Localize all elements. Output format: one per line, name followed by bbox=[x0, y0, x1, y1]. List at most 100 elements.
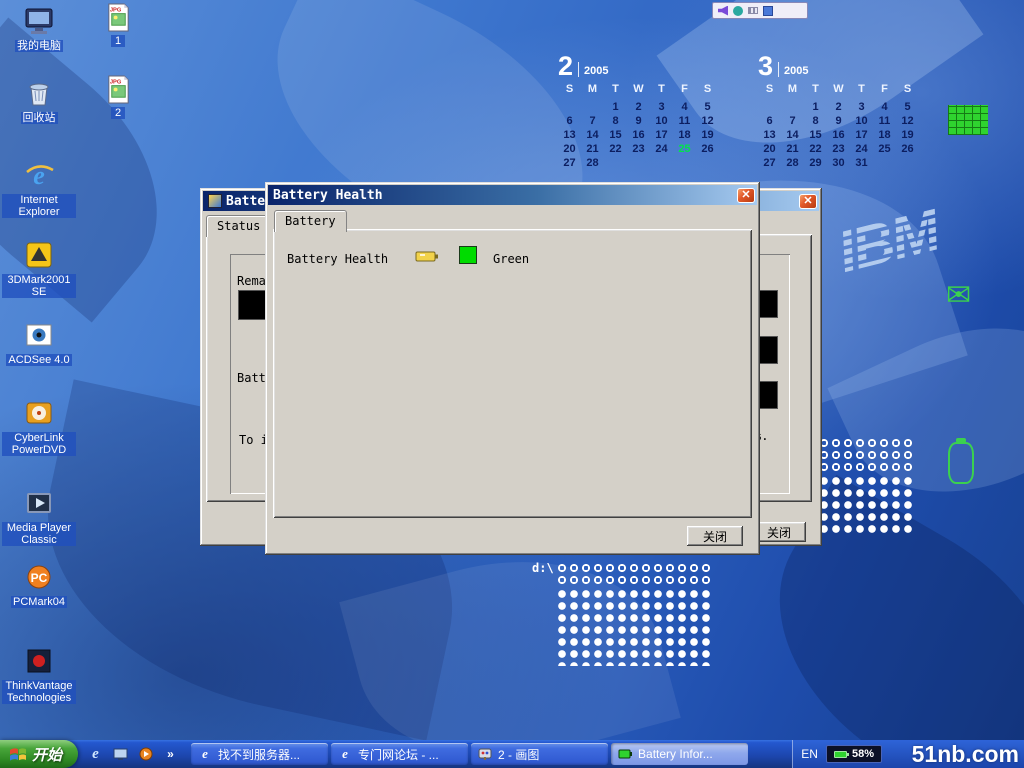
calendar-cell: 14 bbox=[781, 129, 804, 143]
calendar-cell: 10 bbox=[650, 115, 673, 129]
paint-icon bbox=[477, 746, 493, 762]
task-button-ie-server-not-found[interactable]: e 找不到服务器... bbox=[191, 743, 328, 765]
calendar-separator bbox=[578, 62, 579, 77]
close-button[interactable]: 关闭 bbox=[752, 522, 806, 542]
calendar-cell: 9 bbox=[627, 115, 650, 129]
desktop-icon-my-computer[interactable]: 我的电脑 bbox=[0, 4, 78, 52]
quick-launch-media-icon[interactable] bbox=[137, 746, 154, 763]
calendar-cell: 24 bbox=[850, 143, 873, 157]
calendar-cell: 19 bbox=[896, 129, 919, 143]
desktop-icon-acdsee[interactable]: ACDSee 4.0 bbox=[0, 318, 78, 366]
calendar-cell: 31 bbox=[850, 157, 873, 171]
calendar-cell: 22 bbox=[604, 143, 627, 157]
dialog-title: Battery Health bbox=[273, 188, 383, 203]
battery-icon bbox=[834, 751, 847, 758]
close-icon[interactable]: ✕ bbox=[799, 194, 817, 209]
keyboard-icon[interactable] bbox=[748, 7, 758, 14]
dots-pattern bbox=[556, 562, 712, 588]
language-indicator[interactable]: EN bbox=[801, 747, 818, 761]
calendar-cell: 10 bbox=[850, 115, 873, 129]
calendar-cell: 20 bbox=[558, 143, 581, 157]
close-button[interactable]: 关闭 bbox=[687, 526, 743, 546]
window-title: Batte bbox=[226, 194, 265, 209]
internet-explorer-icon: e bbox=[22, 158, 56, 192]
calendar-cell bbox=[873, 157, 896, 171]
battery-health-titlebar[interactable]: Battery Health ✕ bbox=[268, 185, 757, 205]
calendar-cell: 16 bbox=[827, 129, 850, 143]
calendar-february: 2 2005 SMTWTFS 1234567891011121314151617… bbox=[558, 54, 726, 171]
calendar-cell: 2 bbox=[627, 101, 650, 115]
calendar-cell bbox=[673, 157, 696, 171]
calendar-cell: 7 bbox=[581, 115, 604, 129]
battery-small-icon bbox=[415, 249, 439, 266]
calendar-cell: 30 bbox=[827, 157, 850, 171]
svg-text:PC: PC bbox=[31, 571, 48, 585]
calendar-separator bbox=[778, 62, 779, 77]
calendar-cell bbox=[627, 157, 650, 171]
windows-logo-icon bbox=[9, 746, 27, 762]
calendar-cell: 25 bbox=[673, 143, 696, 157]
calendar-cell: 27 bbox=[758, 157, 781, 171]
recycle-bin-icon bbox=[22, 76, 56, 110]
desktop-icon-thinkvantage[interactable]: ThinkVantage Technologies bbox=[0, 644, 78, 704]
calendar-cell: 13 bbox=[558, 129, 581, 143]
thinkvantage-icon bbox=[22, 644, 56, 678]
start-button[interactable]: 开始 bbox=[0, 740, 78, 768]
calendar-day-header: W bbox=[827, 83, 850, 97]
calendar-cell: 5 bbox=[696, 101, 719, 115]
calendar-cell: 18 bbox=[673, 129, 696, 143]
my-computer-icon bbox=[22, 4, 56, 38]
tray-battery-indicator[interactable]: 58% bbox=[826, 745, 882, 763]
task-button-paint[interactable]: 2 - 画图 bbox=[471, 743, 608, 765]
calendar-cell: 2 bbox=[827, 101, 850, 115]
calendar-cell: 6 bbox=[558, 115, 581, 129]
quick-launch-ie-icon[interactable]: e bbox=[87, 746, 104, 763]
volume-icon[interactable] bbox=[718, 6, 728, 16]
desktop-icon-powerdvd[interactable]: CyberLink PowerDVD bbox=[0, 396, 78, 456]
desktop-icon-internet-explorer[interactable]: e Internet Explorer bbox=[0, 158, 78, 218]
display-icon[interactable] bbox=[763, 6, 773, 16]
calendar-month: 3 bbox=[758, 54, 773, 79]
battery-icon bbox=[617, 746, 633, 762]
grid-icon bbox=[948, 105, 988, 135]
desktop-icon-media-player-classic[interactable]: Media Player Classic bbox=[0, 486, 78, 546]
desktop-file-1[interactable]: JPG 1 bbox=[94, 2, 142, 47]
status-dot-icon[interactable] bbox=[733, 6, 743, 16]
calendar-cell: 7 bbox=[781, 115, 804, 129]
calendar-day-header: F bbox=[673, 83, 696, 97]
calendar-cell: 3 bbox=[650, 101, 673, 115]
calendar-cell: 28 bbox=[581, 157, 604, 171]
jpg-file-icon: JPG bbox=[105, 74, 132, 105]
calendar-cell: 21 bbox=[581, 143, 604, 157]
battery-app-icon bbox=[208, 194, 222, 208]
calendar-day-header: T bbox=[604, 83, 627, 97]
tab-battery[interactable]: Battery bbox=[274, 210, 347, 232]
tray-mini-toolbar[interactable] bbox=[712, 2, 808, 19]
tab-status[interactable]: Status bbox=[206, 215, 271, 237]
quick-launch-overflow-chevron[interactable]: » bbox=[162, 746, 179, 763]
quick-launch-show-desktop-icon[interactable] bbox=[112, 746, 129, 763]
calendar-march: 3 2005 SMTWTFS 1234567891011121314151617… bbox=[758, 54, 926, 171]
desktop-icon-pcmark04[interactable]: PC PCMark04 bbox=[0, 560, 78, 608]
tab-page bbox=[273, 229, 752, 518]
calendar-cell: 26 bbox=[696, 143, 719, 157]
calendar-day-header: F bbox=[873, 83, 896, 97]
calendar-cell: 20 bbox=[758, 143, 781, 157]
calendar-cell: 14 bbox=[581, 129, 604, 143]
task-button-battery-information[interactable]: Battery Infor... bbox=[611, 743, 748, 765]
close-icon[interactable]: ✕ bbox=[737, 188, 755, 203]
calendar-cell: 28 bbox=[781, 157, 804, 171]
calendar-cell: 1 bbox=[804, 101, 827, 115]
desktop-icon-3dmark2001[interactable]: 3DMark2001 SE bbox=[0, 238, 78, 298]
task-button-forum[interactable]: e 专门网论坛 - ... bbox=[331, 743, 468, 765]
calendar-day-header: M bbox=[581, 83, 604, 97]
calendar-cell: 6 bbox=[758, 115, 781, 129]
desktop-file-2[interactable]: JPG 2 bbox=[94, 74, 142, 119]
calendar-day-header: T bbox=[650, 83, 673, 97]
calendar-cell: 27 bbox=[558, 157, 581, 171]
desktop-icon-recycle-bin[interactable]: 回收站 bbox=[0, 76, 78, 124]
calendar-day-header: M bbox=[781, 83, 804, 97]
acdsee-icon bbox=[22, 318, 56, 352]
calendar-cell: 5 bbox=[896, 101, 919, 115]
drive-label: d:\ bbox=[532, 561, 554, 575]
